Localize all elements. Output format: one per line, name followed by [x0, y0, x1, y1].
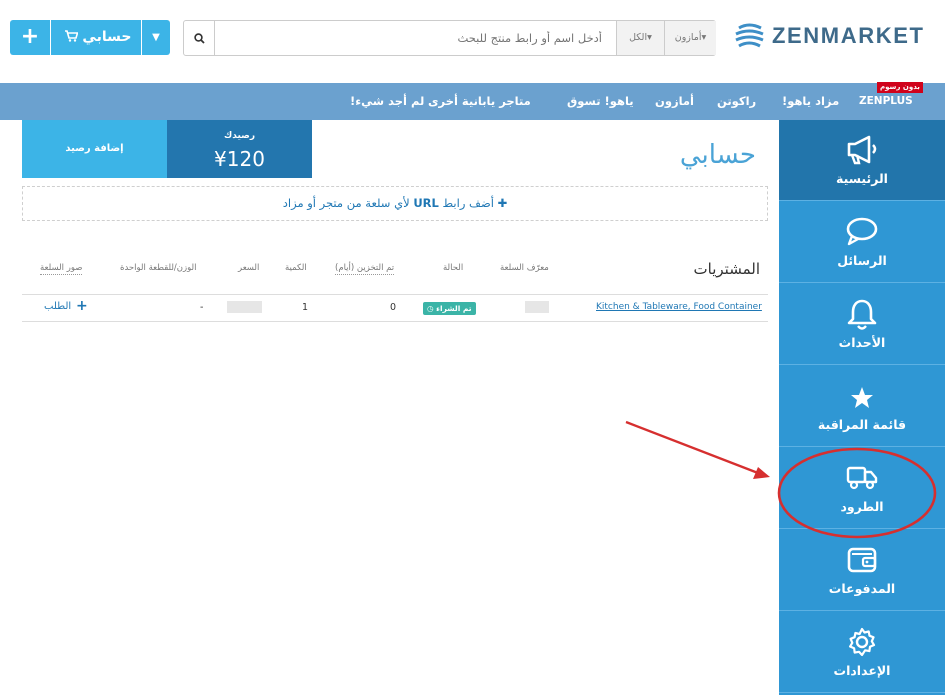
search-input[interactable]	[216, 21, 614, 55]
col-header-item-photos[interactable]: صور السلعة	[40, 263, 83, 275]
page-title: حسابي	[679, 140, 756, 170]
col-header-price: السعر	[238, 263, 260, 273]
sidebar-label-home: الرئيسية	[836, 171, 888, 186]
status-badge: تم الشراء ◷	[423, 302, 476, 315]
col-header-quantity: الكمية	[285, 263, 307, 273]
add-url-button[interactable]: ✚ أضف رابط URL لأي سلعة من متجر أو مزاد	[22, 186, 768, 221]
bell-icon	[847, 299, 877, 330]
col-header-item-id: معرّف السلعة	[500, 263, 549, 273]
balance-box: رصيدك ¥120	[167, 120, 312, 178]
add-url-suffix: لأي سلعة من متجر أو مزاد	[282, 196, 410, 210]
no-fee-badge: بدون رسوم	[877, 82, 923, 93]
annotation-highlight-circle	[777, 447, 937, 539]
annotation-overlay	[625, 420, 937, 539]
nav-item-yahoo-shopping[interactable]: ياهو! تسوق	[567, 83, 634, 120]
nav-item-other-japanese-stores[interactable]: متاجر يابانية أخرى	[428, 83, 531, 120]
nav-item-rakuten[interactable]: راكوتن	[717, 83, 756, 120]
search-button[interactable]	[184, 21, 215, 55]
nav-item-yahoo-auction[interactable]: مزاد ياهو!	[782, 83, 839, 120]
annotation-arrowhead	[753, 467, 770, 479]
category-filter-label: الكل	[629, 32, 648, 43]
nav-item-not-found[interactable]: لم أجد شيء!	[350, 83, 424, 120]
store-navbar: لم أجد شيء! متاجر يابانية أخرى ياهو! تسو…	[0, 82, 945, 120]
item-name-link[interactable]: Kitchen & Tableware, Food Container	[596, 302, 762, 312]
sidebar-item-events[interactable]: الأحداث	[779, 284, 945, 365]
top-header: + حسابي ▼ الكل▾ أمازون▾ ZENMARKET	[0, 0, 945, 83]
plus-icon: ✚	[497, 196, 508, 210]
search-icon	[193, 33, 205, 44]
cart-icon	[64, 30, 79, 42]
purchases-title: المشتريات	[693, 260, 760, 278]
col-header-status: الحالة	[443, 263, 464, 273]
days-stored-value: 0	[390, 302, 397, 313]
chevron-down-icon: ▾	[647, 32, 652, 43]
store-filter-dropdown[interactable]: أمازون▾	[664, 21, 716, 55]
account-button[interactable]: حسابي	[51, 20, 141, 55]
logo-text[interactable]: ZENMARKET	[772, 23, 925, 49]
balance-value: ¥120	[214, 147, 265, 171]
col-header-days-stored[interactable]: تم التخزين (أيام)	[335, 263, 395, 275]
price-redacted	[227, 301, 262, 313]
sidebar-item-messages[interactable]: الرسائل	[779, 202, 945, 283]
add-url-url-word: URL	[413, 196, 439, 210]
sidebar-label-payments: المدفوعات	[828, 581, 896, 596]
clock-icon: ◷	[427, 304, 434, 313]
gear-icon	[849, 627, 876, 657]
quantity-value: 1	[302, 302, 309, 313]
col-header-weight: الوزن/للقطعة الواحدة	[120, 263, 197, 273]
add-button[interactable]: +	[10, 20, 50, 55]
table-header-divider	[22, 294, 768, 295]
search-bar: الكل▾ أمازون▾	[183, 20, 716, 56]
category-filter-dropdown[interactable]: الكل▾	[616, 21, 664, 55]
account-dropdown-caret-icon[interactable]: ▼	[142, 20, 170, 55]
item-id-redacted	[525, 301, 549, 313]
weight-value: -	[200, 302, 204, 313]
top-up-button[interactable]: إضافة رصيد	[22, 120, 167, 178]
store-filter-label: أمازون	[674, 32, 702, 43]
nav-item-amazon[interactable]: أمازون	[655, 83, 694, 120]
chevron-down-icon: ▾	[701, 32, 707, 43]
add-url-prefix: أضف رابط	[442, 196, 494, 210]
annotation-arrow	[625, 420, 759, 475]
balance-label: رصيدك	[224, 131, 255, 141]
sidebar-item-settings[interactable]: الإعدادات	[779, 612, 945, 693]
order-link[interactable]: الطلب	[44, 301, 71, 312]
sidebar-label-messages: الرسائل	[837, 253, 887, 268]
zenmarket-logo-icon[interactable]	[733, 20, 765, 52]
account-button-label: حسابي	[82, 29, 132, 45]
table-row-divider	[22, 321, 768, 322]
chat-bubble-icon	[846, 217, 878, 246]
sidebar-label-settings: الإعدادات	[833, 663, 891, 678]
sidebar-item-home[interactable]: الرئيسية	[779, 120, 945, 201]
order-plus-icon[interactable]: +	[76, 298, 88, 314]
status-label: تم الشراء	[436, 304, 472, 313]
megaphone-icon	[847, 135, 877, 165]
sidebar-label-events: الأحداث	[838, 335, 886, 350]
